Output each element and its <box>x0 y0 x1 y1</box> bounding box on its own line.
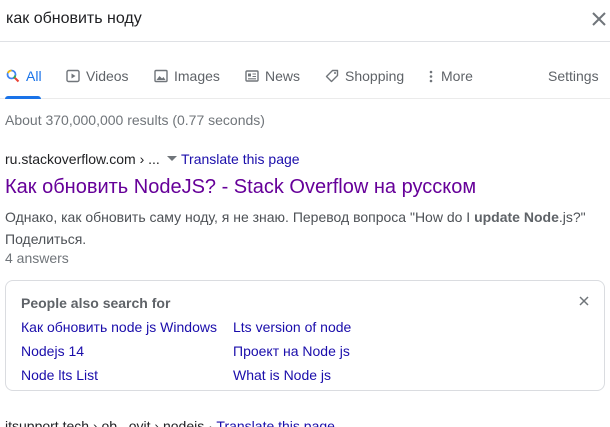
related-search-link[interactable]: Lts version of node <box>233 319 351 335</box>
video-icon <box>66 69 80 83</box>
snippet-text: Однако, как обновить саму ноду, я не зна… <box>5 209 475 225</box>
people-also-search-card: People also search for Как обновить node… <box>5 280 605 391</box>
tab-label: News <box>265 68 301 84</box>
answers-count-link[interactable]: 4 answers <box>5 250 69 266</box>
related-search-link[interactable]: Проект на Node js <box>233 343 350 359</box>
active-tab-indicator <box>5 96 41 99</box>
people-also-search-heading: People also search for <box>21 295 171 311</box>
search-bar: как обновить ноду <box>0 0 610 42</box>
result-stats: About 370,000,000 results (0.77 seconds) <box>5 112 265 128</box>
result-url-breadcrumb: ru.stackoverflow.com › ... <box>5 151 160 167</box>
related-search-link[interactable]: Nodejs 14 <box>21 343 84 359</box>
newspaper-icon <box>245 70 259 82</box>
more-vert-icon <box>429 70 433 83</box>
next-result-cite: itsupport.tech › ob...ovit › nodejs · Tr… <box>5 418 335 427</box>
tab-shopping[interactable]: Shopping <box>325 58 407 99</box>
tab-label: Images <box>174 68 220 84</box>
next-result-url: itsupport.tech › ob...ovit › nodejs · <box>5 418 217 427</box>
search-icon <box>6 69 20 83</box>
chevron-down-icon[interactable] <box>167 156 177 161</box>
tab-all[interactable]: All <box>5 58 43 99</box>
tab-more[interactable]: More <box>428 58 476 99</box>
translate-link[interactable]: Translate this page <box>216 418 335 427</box>
close-icon[interactable] <box>578 295 590 307</box>
tab-label: More <box>441 68 473 84</box>
tab-label: All <box>26 68 42 84</box>
snippet-highlight: Node <box>523 209 559 225</box>
search-tabs: All Videos Images News Shopping More Set… <box>0 58 610 99</box>
tab-settings[interactable]: Settings <box>548 58 608 99</box>
related-search-link[interactable]: What is Node js <box>233 367 331 383</box>
tab-label: Videos <box>86 68 129 84</box>
settings-label: Settings <box>548 68 599 84</box>
search-input[interactable]: как обновить ноду <box>6 10 142 28</box>
clear-icon[interactable] <box>589 9 609 29</box>
result-snippet: Однако, как обновить саму ноду, я не зна… <box>5 206 605 250</box>
tab-images[interactable]: Images <box>153 58 223 99</box>
tab-videos[interactable]: Videos <box>66 58 134 99</box>
result-title-link[interactable]: Как обновить NodeJS? - Stack Overflow на… <box>5 176 476 199</box>
related-search-link[interactable]: Как обновить node js Windows <box>21 319 217 335</box>
snippet-highlight: update <box>474 209 520 225</box>
tag-icon <box>325 69 339 83</box>
related-search-link[interactable]: Node lts List <box>21 367 98 383</box>
tab-news[interactable]: News <box>245 58 303 99</box>
translate-link[interactable]: Translate this page <box>181 151 300 167</box>
tab-label: Shopping <box>345 68 405 84</box>
image-icon <box>154 69 168 83</box>
